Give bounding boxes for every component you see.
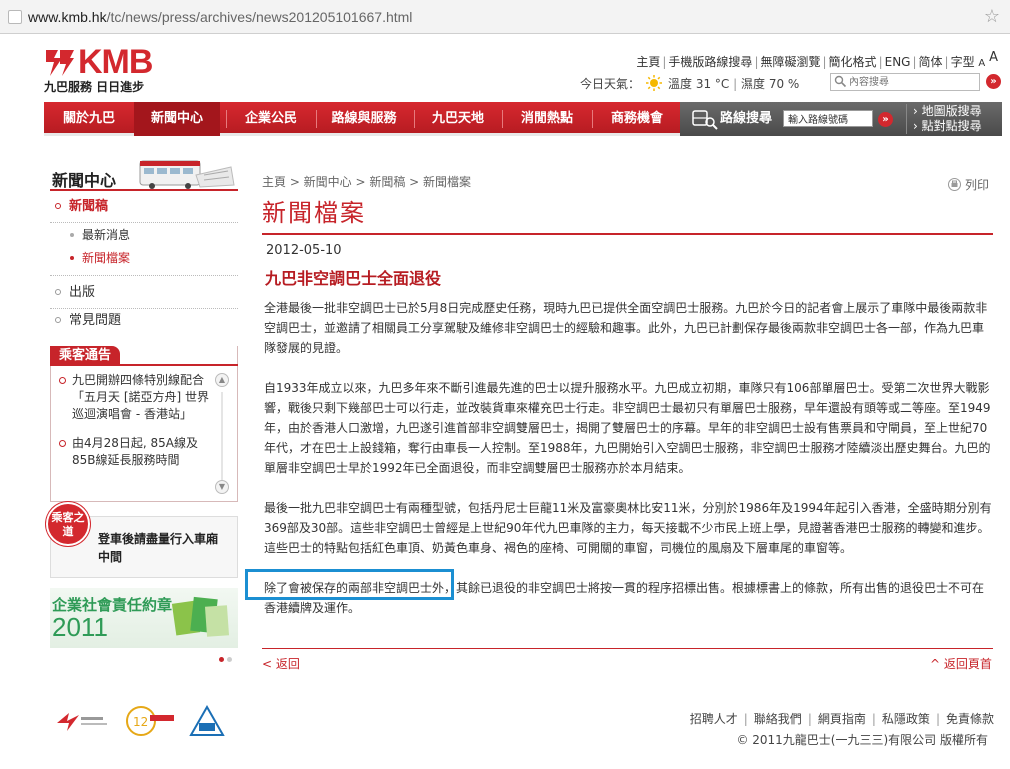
sidebar-item-news-archive[interactable]: 新聞檔案 bbox=[50, 245, 238, 271]
partner-logos-icon: 12 bbox=[57, 704, 225, 736]
point-to-point-search-link[interactable]: › 點對點搜尋 bbox=[913, 119, 982, 134]
font-smaller-button[interactable]: A bbox=[978, 58, 985, 69]
nav-kmb-world[interactable]: 九巴天地 bbox=[418, 102, 498, 136]
menu-dot-active-icon bbox=[70, 256, 74, 260]
weather-label: 今日天氣： bbox=[580, 77, 641, 91]
article-paragraph: 全港最後一批非空調巴士已於5月8日完成歷史任務，現時九巴已提供全面空調巴士服務。… bbox=[264, 301, 988, 355]
main-navigation: 關於九巴 新聞中心 企業公民 路線與服務 九巴天地 消閒熱點 商務機會 bbox=[44, 102, 680, 136]
humidity: 濕度 70 % bbox=[741, 77, 800, 91]
article-paragraph: 最後一批九巴非空調巴士有兩種型號，包括丹尼士巨龍11米及富豪奧林比安11米，分別… bbox=[264, 501, 992, 555]
menu-bullet-icon bbox=[55, 317, 61, 323]
print-label: 列印 bbox=[965, 178, 990, 192]
route-search-go-button[interactable]: » bbox=[878, 112, 893, 127]
csr-charter-year: 2011 bbox=[52, 612, 108, 642]
passenger-notice-title: 乘客通告 bbox=[50, 346, 120, 366]
temperature: 溫度 31 °C bbox=[668, 77, 730, 91]
footer-links: 招聘人才 | 聯絡我們 | 網頁指南 | 私隱政策 | 免責條款 bbox=[689, 712, 994, 726]
site-search-go-button[interactable]: » bbox=[986, 74, 1001, 89]
url-text[interactable]: www.kmb.hk/tc/news/press/archives/news20… bbox=[28, 9, 412, 25]
url-path: /tc/news/press/archives/news201205101667… bbox=[106, 9, 413, 25]
map-search-links: › 地圖版搜尋 › 點對點搜尋 bbox=[906, 104, 982, 134]
nav-routes-services[interactable]: 路線與服務 bbox=[318, 102, 410, 136]
footer-partner-logos: 12 bbox=[55, 704, 225, 742]
bus-search-icon bbox=[692, 110, 718, 130]
menu-bullet-icon bbox=[55, 289, 61, 295]
nav-about-kmb[interactable]: 關於九巴 bbox=[48, 102, 130, 136]
bookmark-star-icon[interactable]: ☆ bbox=[984, 6, 1000, 27]
footer-link-privacy[interactable]: 私隱政策 bbox=[882, 712, 930, 726]
toplink-home[interactable]: 主頁 bbox=[636, 55, 660, 69]
site-search-input[interactable] bbox=[849, 74, 977, 90]
csr-charter-banner[interactable]: 企業社會責任約章 2011 bbox=[50, 588, 238, 648]
notice-scroll-down-icon[interactable]: ▼ bbox=[215, 480, 229, 494]
map-search-link[interactable]: › 地圖版搜尋 bbox=[913, 104, 982, 119]
notice-scroll-up-icon[interactable]: ▲ bbox=[215, 373, 229, 387]
passenger-guide-text: 登車後請盡量行入車廂中間 bbox=[98, 532, 219, 564]
kmb-logo[interactable]: KMB 九巴服務 日日進步 bbox=[44, 44, 164, 94]
nav-leisure-spots[interactable]: 消閒熱點 bbox=[506, 102, 588, 136]
selection-highlight-box bbox=[245, 569, 454, 600]
nav-corporate-citizen[interactable]: 企業公民 bbox=[230, 102, 312, 136]
sidebar-title: 新聞中心 bbox=[52, 171, 117, 190]
article-headline: 九巴非空調巴士全面退役 bbox=[265, 269, 442, 288]
font-size-label: 字型 bbox=[950, 55, 975, 69]
top-links: 主頁 | 手機版路線搜尋 | 無障礙瀏覽 | 簡化格式 | ENG | 简体 | 字型 A A bbox=[636, 50, 998, 69]
toplink-mobile-route-search[interactable]: 手機版路線搜尋 bbox=[668, 55, 752, 69]
search-icon bbox=[834, 75, 847, 88]
route-search-bar: 路線搜尋 » › 地圖版搜尋 › 點對點搜尋 bbox=[680, 102, 1002, 136]
menu-bullet-icon bbox=[55, 203, 61, 209]
csr-books-icon bbox=[171, 596, 230, 637]
back-link[interactable]: < 返回 bbox=[262, 655, 300, 672]
toplink-simplified-chinese[interactable]: 简体 bbox=[919, 55, 943, 69]
notice-item[interactable]: 九巴開辦四條特別線配合「五月天 [諾亞方舟] 世界巡迴演唱會 - 香港站」 bbox=[58, 372, 210, 423]
sidebar-header: 新聞中心 bbox=[50, 155, 238, 191]
notice-item[interactable]: 由4月28日起, 85A線及85B線延長服務時間 bbox=[58, 435, 210, 469]
sidebar-item-publications[interactable]: 出版 bbox=[50, 280, 238, 306]
route-number-input[interactable] bbox=[783, 110, 873, 127]
footer-link-disclaimer[interactable]: 免責條款 bbox=[946, 712, 994, 726]
toplink-english[interactable]: ENG bbox=[885, 55, 911, 69]
passenger-notice-list: 九巴開辦四條特別線配合「五月天 [諾亞方舟] 世界巡迴演唱會 - 香港站」 由4… bbox=[58, 372, 210, 481]
brand-slogan: 九巴服務 日日進步 bbox=[44, 80, 145, 94]
footer-link-careers[interactable]: 招聘人才 bbox=[690, 712, 738, 726]
pager-dot[interactable] bbox=[227, 657, 232, 662]
brand-name: KMB bbox=[78, 43, 153, 81]
print-icon bbox=[948, 178, 961, 191]
sidebar-item-faq[interactable]: 常見問題 bbox=[50, 308, 238, 334]
copyright-notice: © 2011九龍巴士(一九三三)有限公司 版權所有 bbox=[736, 733, 988, 747]
browser-address-bar[interactable]: www.kmb.hk/tc/news/press/archives/news20… bbox=[0, 0, 1010, 34]
article-paragraph: 自1933年成立以來，九巴多年來不斷引進最先進的巴士以提升服務水平。九巴成立初期… bbox=[264, 381, 991, 475]
svg-text:12: 12 bbox=[133, 715, 148, 729]
nav-news-centre[interactable]: 新聞中心 bbox=[134, 102, 220, 136]
banner-pager[interactable] bbox=[219, 651, 235, 665]
footer-link-site-guide[interactable]: 網頁指南 bbox=[818, 712, 866, 726]
print-button[interactable]: 列印 bbox=[948, 176, 989, 193]
pager-dot-active[interactable] bbox=[219, 657, 224, 662]
back-to-top-link[interactable]: ^ 返回頁首 bbox=[930, 655, 992, 672]
route-search-label: 路線搜尋 bbox=[720, 111, 773, 126]
footer-link-contact[interactable]: 聯絡我們 bbox=[754, 712, 802, 726]
page-title: 新聞檔案 bbox=[262, 199, 366, 227]
notice-scroll-track[interactable] bbox=[221, 392, 223, 480]
site-search-box[interactable] bbox=[830, 73, 980, 91]
kmb-logo-mark-icon bbox=[46, 50, 74, 76]
toplink-simple-format[interactable]: 簡化格式 bbox=[829, 55, 877, 69]
passenger-guide-badge: 乘客之道 bbox=[46, 502, 90, 546]
breadcrumb[interactable]: 主頁 > 新聞中心 > 新聞稿 > 新聞檔案 bbox=[262, 173, 471, 190]
sidebar-item-press-releases[interactable]: 新聞稿 bbox=[50, 194, 238, 220]
url-host: www.kmb.hk bbox=[28, 9, 107, 25]
toplink-accessible[interactable]: 無障礙瀏覽 bbox=[760, 55, 820, 69]
font-larger-button[interactable]: A bbox=[989, 50, 998, 65]
page-favicon-icon bbox=[8, 10, 22, 24]
bus-illustration-icon bbox=[139, 160, 235, 189]
sunny-icon bbox=[646, 75, 663, 91]
nav-business-opportunities[interactable]: 商務機會 bbox=[596, 102, 678, 136]
weather-info: 今日天氣： 溫度 31 °C | 濕度 70 % bbox=[580, 75, 800, 91]
article-date: 2012-05-10 bbox=[266, 243, 342, 258]
menu-dot-icon bbox=[70, 233, 74, 237]
